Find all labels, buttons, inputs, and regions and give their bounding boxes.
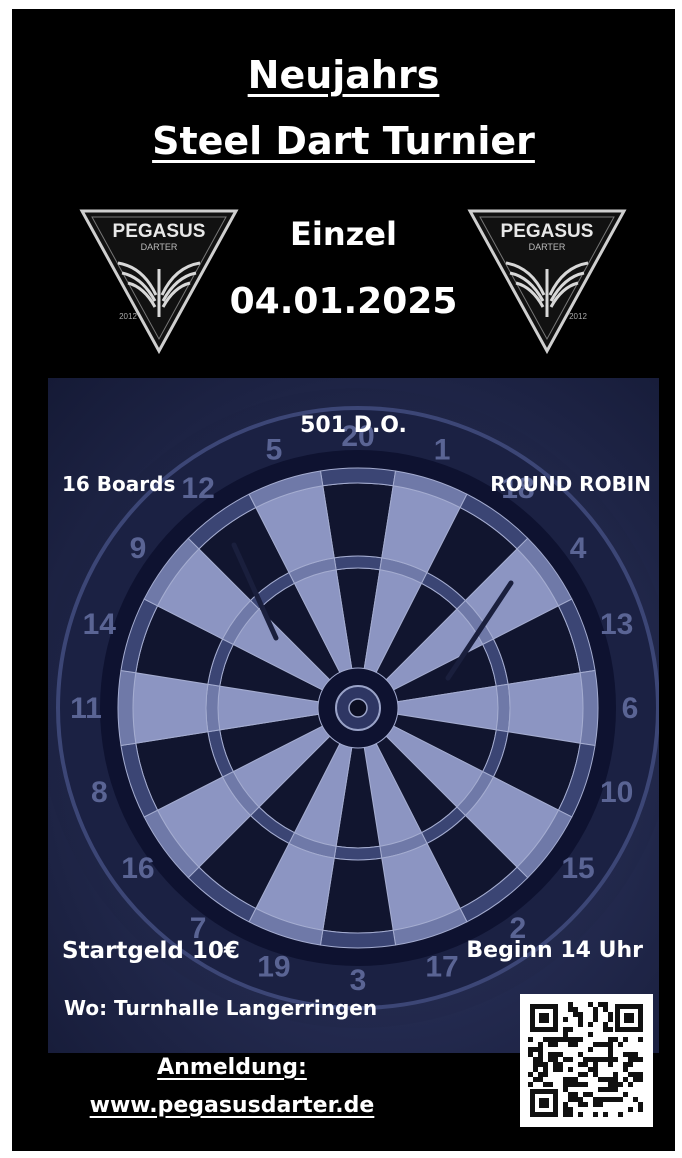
dartboard-segment: [319, 929, 397, 949]
dartboard-image: 20 1 18 4 13 6 10 15 2 17 3 19 7 16 8 11 14 9 12 5 501 D.O.…: [48, 378, 659, 1053]
board-number-label: 16: [121, 852, 154, 885]
board-number-label: 4: [570, 532, 587, 565]
dartboard-segment: [507, 672, 584, 744]
board-number-label: 14: [83, 608, 117, 641]
event-type: Einzel: [290, 215, 397, 253]
game-format: 501 D.O.: [300, 413, 407, 438]
qr-code-icon[interactable]: [520, 994, 653, 1127]
board-number-label: 3: [350, 964, 367, 997]
board-number-label: 11: [70, 692, 102, 725]
dartboard-segment: [319, 467, 397, 487]
dartboard-segment: [333, 555, 383, 571]
board-number-label: 13: [600, 608, 633, 641]
board-number-label: 17: [425, 951, 458, 984]
signup-label: Anmeldung:: [157, 1055, 307, 1080]
board-number-label: 8: [91, 776, 108, 809]
dartboard-segment: [117, 669, 137, 747]
board-count: 16 Boards: [62, 472, 176, 496]
board-number-label: 10: [600, 776, 633, 809]
board-number-label: 19: [257, 951, 290, 984]
signup-url[interactable]: www.pegasusdarter.de: [12, 1093, 452, 1118]
board-number-label: 15: [561, 852, 594, 885]
tournament-mode: ROUND ROBIN: [490, 472, 651, 496]
venue: Wo: Turnhalle Langerringen: [64, 996, 378, 1020]
dartboard-segment: [205, 683, 221, 733]
board-number-label: 6: [622, 692, 639, 725]
start-time: Beginn 14 Uhr: [466, 938, 643, 963]
dartboard-segment: [322, 482, 394, 559]
dartboard-segment: [579, 669, 599, 747]
dartboard-segment: [132, 672, 209, 744]
dartboard-segment: [322, 857, 394, 934]
board-number-label: 1: [434, 433, 451, 466]
dartboard-segment: [333, 845, 383, 861]
board-number-label: 5: [266, 433, 283, 466]
board-number-label: 9: [130, 532, 147, 565]
poster-title-line1: Neujahrs: [247, 53, 440, 97]
poster: Neujahrs Steel Dart Turnier PEGASUS DART…: [12, 9, 675, 1151]
event-date: 04.01.2025: [229, 281, 458, 322]
board-number-label: 12: [181, 472, 214, 505]
dartboard-segment: [495, 683, 511, 733]
poster-title-line2: Steel Dart Turnier: [152, 119, 535, 163]
entry-fee: Startgeld 10€: [62, 938, 240, 964]
